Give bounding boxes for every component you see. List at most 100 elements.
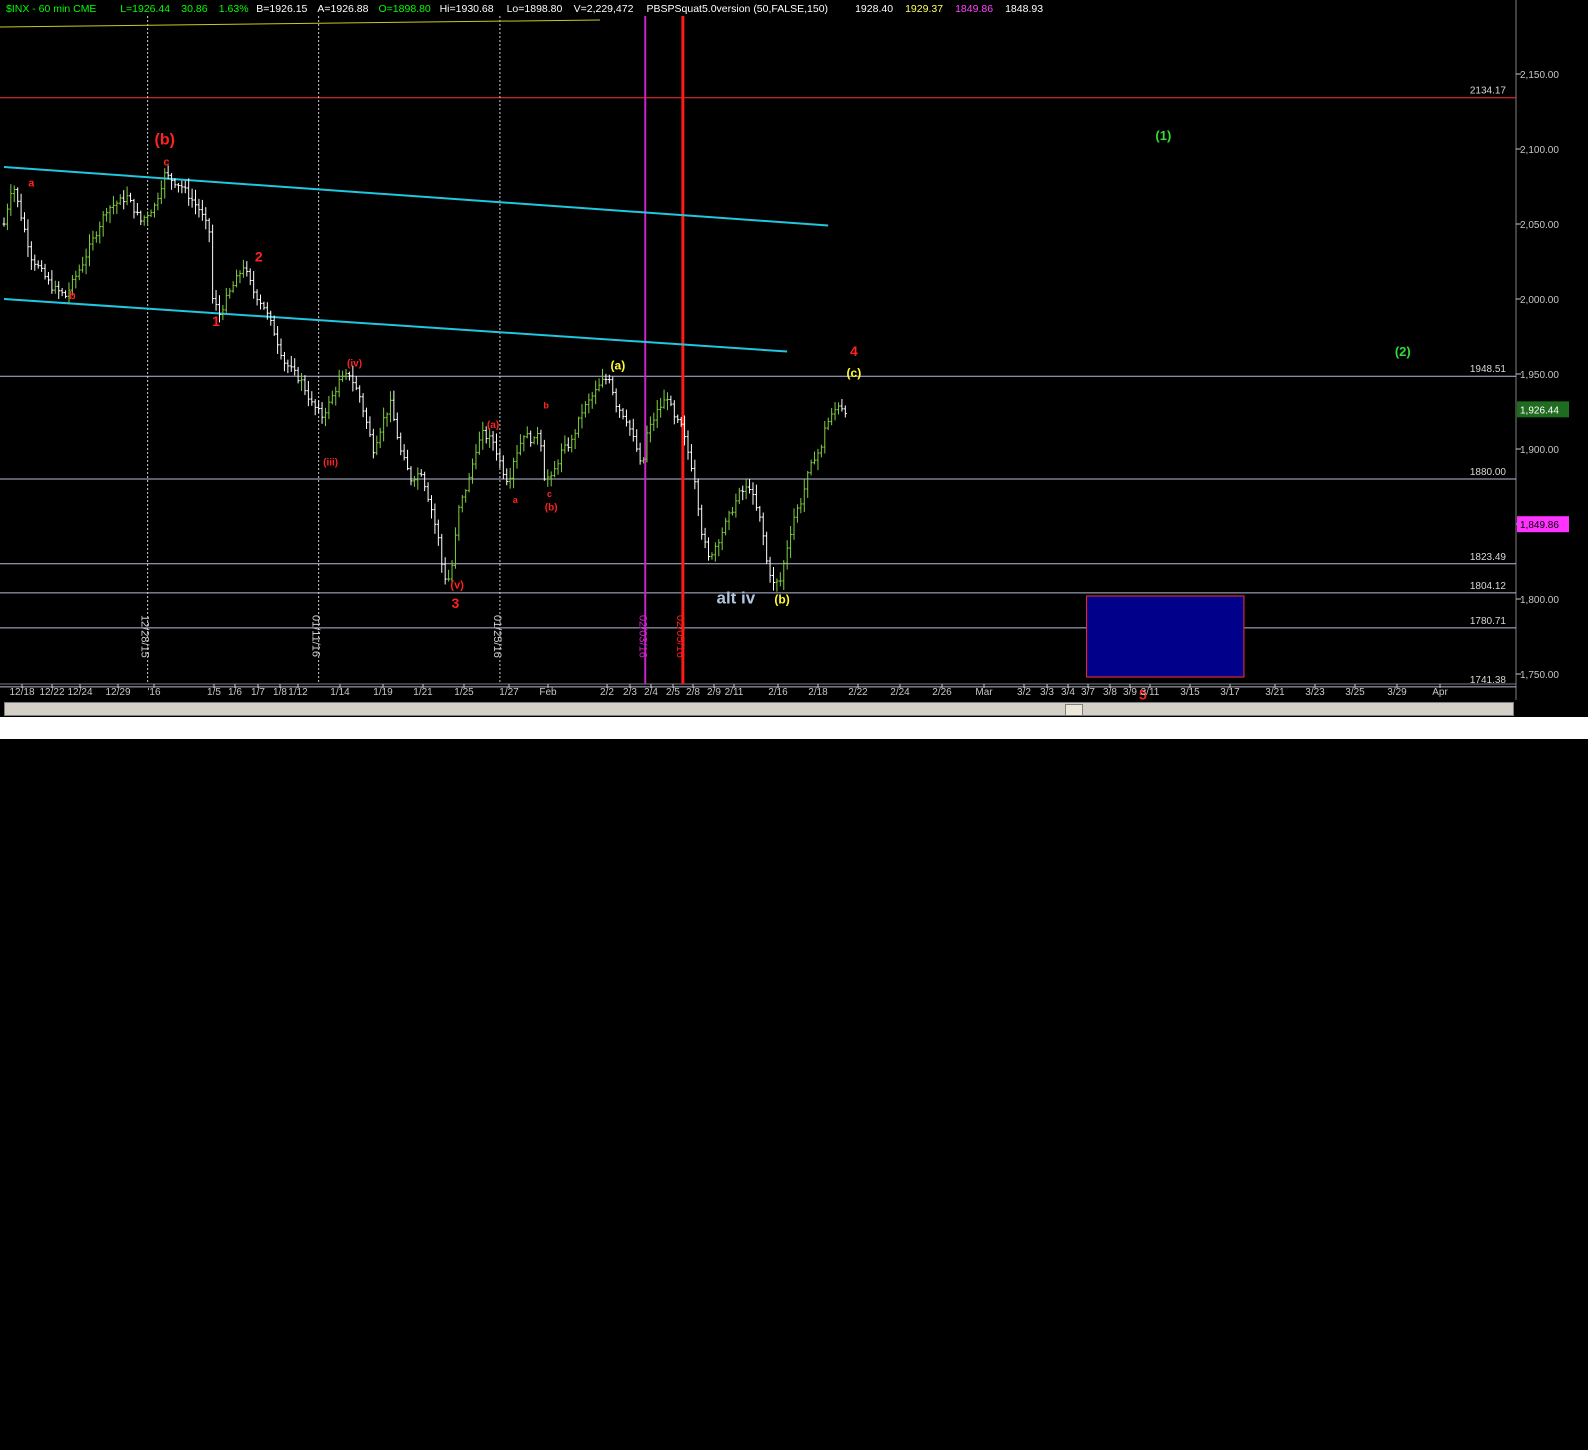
level-label: 1804.12 — [1470, 581, 1507, 592]
header-field: O=1898.80 — [379, 3, 431, 15]
x-tick-label: 1/27 — [499, 687, 519, 698]
level-label: 2134.17 — [1470, 86, 1507, 97]
x-tick-label: 3/9 — [1123, 687, 1137, 698]
wave-label: c — [163, 157, 169, 169]
wave-label: 1 — [212, 313, 220, 329]
x-tick-label: 3/23 — [1305, 687, 1325, 698]
wave-label: (iv) — [347, 359, 362, 370]
x-tick-label: 12/24 — [67, 687, 92, 698]
header-field: V=2,229,472 — [574, 3, 634, 15]
wave-label: b — [69, 290, 76, 302]
price-chart[interactable]: 2134.17 1948.51 1880.00 1823.49 1804.12 1780.… — [0, 0, 1588, 739]
x-tick-label: 2/11 — [725, 687, 744, 698]
wave-label: (b) — [545, 503, 558, 514]
x-tick-label: 1/12 — [288, 687, 308, 698]
header-field: 1.63% — [219, 3, 249, 15]
indicator-value: 1848.93 — [1005, 3, 1043, 15]
header-field: B=1926.15 — [256, 3, 307, 15]
x-tick-label: 2/18 — [808, 687, 828, 698]
x-tick-label: 3/17 — [1220, 687, 1240, 698]
header-field: L=1926.44 — [120, 3, 170, 15]
wave-label: 3 — [452, 595, 460, 611]
y-tick-label: 1,750.00 — [1520, 670, 1559, 681]
indicator-value: 1929.37 — [905, 3, 943, 15]
x-tick-label: 2/2 — [600, 687, 614, 698]
x-tick-label: 3/3 — [1040, 687, 1054, 698]
x-tick-label: 1/7 — [251, 687, 265, 698]
level-label: 1823.49 — [1470, 552, 1507, 563]
vertical-date-label: 01/11/16 — [310, 615, 322, 657]
target-box — [1086, 595, 1245, 678]
x-tick-label: 3/4 — [1061, 687, 1075, 698]
header-field: Hi=1930.68 — [440, 3, 494, 15]
level-label: 1880.00 — [1470, 467, 1507, 478]
y-tick-label: 1,800.00 — [1520, 595, 1559, 606]
vertical-date-label: 02/03/16 — [636, 615, 648, 658]
indicator-value: 1849.86 — [955, 3, 993, 15]
price-badge-label: 1,926.44 — [1520, 405, 1559, 416]
x-tick-label: 2/22 — [848, 687, 868, 698]
indicator-value: 1928.40 — [855, 3, 893, 15]
y-tick-label: 2,050.00 — [1520, 220, 1559, 231]
y-tick-label: 2,000.00 — [1520, 295, 1559, 306]
x-tick-label: 2/16 — [768, 687, 788, 698]
x-tick-label: '16 — [147, 687, 160, 698]
x-tick-label: 3/15 — [1180, 687, 1200, 698]
x-tick-label: 3/2 — [1017, 687, 1031, 698]
vertical-date-label: 12/28/15 — [139, 615, 151, 658]
header-field: PBSPSquat5.0version (50,FALSE,150) — [647, 3, 829, 15]
x-tick-label: 2/26 — [932, 687, 952, 698]
vertical-date-label: 02/05/16 — [674, 615, 686, 658]
x-tick-label: 1/6 — [228, 687, 242, 698]
header-field: A=1926.88 — [317, 3, 368, 15]
x-tick-label: 1/14 — [330, 687, 350, 698]
x-tick-label: 3/21 — [1265, 687, 1285, 698]
x-tick-label: Feb — [539, 687, 557, 698]
copyright-credit: Created with TradeStation. ©TradeStation… — [1185, 1438, 1574, 1450]
wave-label: b — [543, 401, 549, 411]
x-tick-label: 3/8 — [1103, 687, 1117, 698]
x-tick-label: 1/8 — [273, 687, 287, 698]
x-tick-label: 3/25 — [1345, 687, 1365, 698]
x-tick-label: 3/7 — [1081, 687, 1095, 698]
x-tick-label: Apr — [1432, 687, 1448, 698]
level-label: 1948.51 — [1470, 364, 1507, 375]
y-tick-label: 1,950.00 — [1520, 370, 1559, 381]
x-tick-label: 2/5 — [666, 687, 680, 698]
price-badge-label: 1,849.86 — [1520, 520, 1559, 531]
wave-label: a — [28, 178, 35, 190]
header-field: $INX - 60 min CME — [6, 3, 96, 15]
wave-label: 4 — [850, 343, 858, 359]
x-tick-label: 3/29 — [1387, 687, 1407, 698]
wave-label: (2) — [1395, 344, 1411, 359]
y-tick-label: 2,100.00 — [1520, 145, 1559, 156]
wave-label: (c) — [847, 366, 862, 380]
level-label: 1780.71 — [1470, 616, 1507, 627]
x-tick-label: 1/25 — [454, 687, 474, 698]
wave-label: (b) — [155, 132, 175, 149]
wave-label: (a) — [611, 359, 626, 373]
x-tick-label: 12/22 — [39, 687, 64, 698]
target-box-layer — [1086, 595, 1245, 678]
vertical-date-label: 01/25/16 — [491, 615, 503, 658]
x-tick-label: 1/5 — [207, 687, 221, 698]
footer: Created with TradeStation. ©TradeStation… — [0, 717, 1588, 1450]
x-tick-label: 2/24 — [890, 687, 910, 698]
x-tick-label: 2/9 — [707, 687, 721, 698]
header-field: 30.86 — [181, 3, 207, 15]
wave-label: alt iv — [717, 589, 756, 608]
header-field: Lo=1898.80 — [507, 3, 563, 15]
level-label: 1741.38 — [1470, 675, 1507, 686]
wave-label: 2 — [255, 249, 263, 265]
wave-label: (b) — [774, 593, 789, 607]
x-tick-label: 1/21 — [413, 687, 433, 698]
x-tick-label: 2/3 — [623, 687, 637, 698]
x-tick-label: 1/19 — [373, 687, 393, 698]
header-bar: $INX - 60 min CME L=1926.44 30.86 1.63% B=19… — [6, 3, 1043, 15]
scrollbar-thumb[interactable] — [1065, 704, 1083, 716]
wave-label: (iii) — [323, 458, 338, 469]
x-tick-label: 12/29 — [105, 687, 130, 698]
wave-label: (v) — [450, 580, 464, 592]
wave-label: (a) — [487, 420, 499, 431]
horizontal-scrollbar[interactable] — [4, 702, 1514, 716]
